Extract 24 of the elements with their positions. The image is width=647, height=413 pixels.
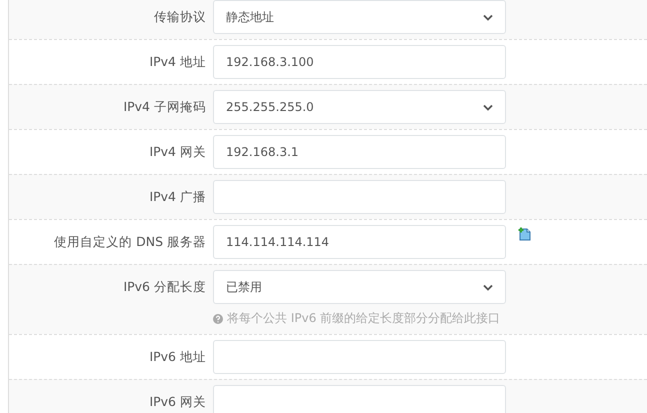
dropdown-field[interactable]: 静态地址: [213, 0, 506, 34]
chevron-down-icon: [483, 104, 493, 110]
field-label: 传输协议: [153, 8, 206, 26]
field-label: IPv4 地址: [148, 53, 206, 71]
chevron-down-icon: [483, 14, 493, 20]
field-label: IPv6 网关: [148, 393, 206, 411]
input-field[interactable]: 114.114.114.114: [213, 225, 506, 259]
input-field[interactable]: 192.168.3.1: [213, 135, 506, 169]
help-text: 将每个公共 IPv6 前缀的给定长度部分分配给此接口: [227, 310, 500, 327]
dropdown-field[interactable]: 255.255.255.0: [213, 90, 506, 124]
field-label: IPv4 广播: [148, 188, 206, 206]
chevron-down-icon: [483, 284, 493, 290]
input-field[interactable]: [213, 340, 506, 374]
field-label: IPv4 子网掩码: [122, 98, 206, 116]
help-icon: [213, 314, 223, 324]
add-document-icon[interactable]: [518, 227, 532, 241]
field-label: IPv6 地址: [148, 348, 206, 366]
input-field[interactable]: [213, 180, 506, 214]
input-field[interactable]: [213, 385, 506, 413]
input-field[interactable]: 192.168.3.100: [213, 45, 506, 79]
field-label: 使用自定义的 DNS 服务器: [53, 233, 206, 251]
dropdown-field[interactable]: 已禁用: [213, 270, 506, 304]
field-label: IPv4 网关: [148, 143, 206, 161]
field-label: IPv6 分配长度: [122, 278, 206, 296]
